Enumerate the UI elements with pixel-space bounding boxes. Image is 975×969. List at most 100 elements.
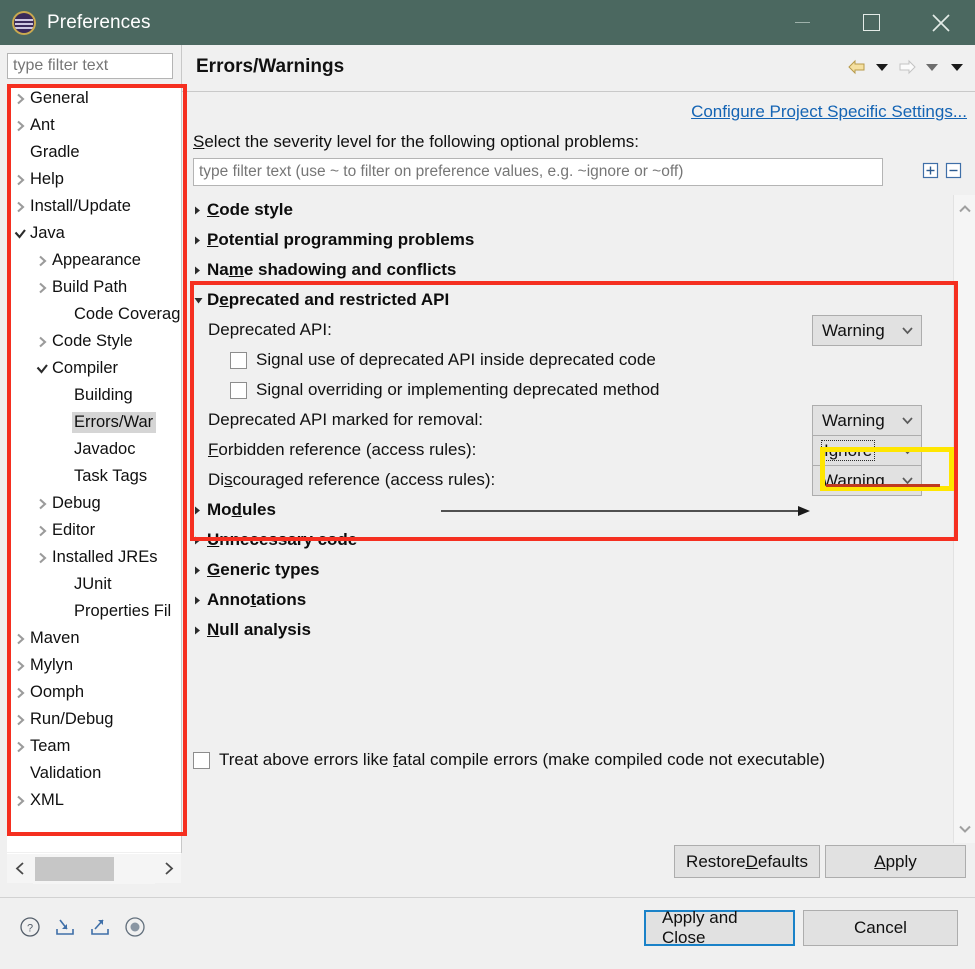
chevron-down-icon[interactable] [35, 363, 50, 375]
sidebar-item-team[interactable]: Team [7, 733, 181, 760]
help-icon[interactable]: ? [17, 914, 42, 939]
chevron-right-icon[interactable] [13, 174, 28, 186]
sidebar-item-appearance[interactable]: Appearance [7, 247, 181, 274]
sidebar-item-editor[interactable]: Editor [7, 517, 181, 544]
apply-and-close-button[interactable]: Apply and Close [644, 908, 795, 947]
checkbox-signal-use-deprecated[interactable] [230, 351, 247, 369]
chevron-right-icon[interactable] [35, 255, 50, 267]
chevron-right-icon[interactable] [35, 552, 50, 564]
sidebar-item-xml[interactable]: XML [7, 787, 181, 814]
chevron-right-icon[interactable] [13, 633, 28, 645]
sidebar-item-run-debug[interactable]: Run/Debug [7, 706, 181, 733]
sidebar-item-debug[interactable]: Debug [7, 490, 181, 517]
checkbox-signal-overriding-deprecated[interactable] [230, 381, 247, 399]
sidebar-item-compiler[interactable]: Compiler [7, 355, 181, 382]
chevron-right-icon[interactable] [13, 93, 28, 105]
problem-category-eneric-types[interactable]: Generic types [182, 555, 953, 585]
sidebar-item-java[interactable]: Java [7, 220, 181, 247]
import-icon[interactable] [52, 914, 77, 939]
problem-category-list[interactable]: Code style Potential programming problems… [182, 195, 953, 835]
preference-filter-input[interactable] [193, 158, 883, 186]
sidebar-item-building[interactable]: Building [7, 382, 181, 409]
preferences-tree[interactable]: General Ant Gradle Help Install/Update Java Ap… [7, 85, 181, 852]
scroll-left-arrow-icon[interactable] [7, 854, 33, 884]
scroll-right-arrow-icon[interactable] [155, 854, 181, 884]
cancel-button[interactable]: Cancel [803, 910, 958, 946]
sidebar-item-javadoc[interactable]: Javadoc [7, 436, 181, 463]
sidebar-item-properties-fil[interactable]: Properties Fil [7, 598, 181, 625]
scroll-track[interactable] [33, 853, 155, 884]
severity-combo-discouraged[interactable]: Warning [812, 464, 922, 496]
sidebar-item-gradle[interactable]: Gradle [7, 139, 181, 166]
sidebar-item-install-update[interactable]: Install/Update [7, 193, 181, 220]
chevron-right-icon[interactable] [35, 336, 50, 348]
chevron-right-icon[interactable] [35, 525, 50, 537]
sidebar-item-installed-jres[interactable]: Installed JREs [7, 544, 181, 571]
deprecated-option-row[interactable]: Signal overriding or implementing deprec… [182, 375, 953, 405]
caret-right-icon[interactable] [193, 205, 207, 216]
problem-list-scrollbar[interactable] [953, 195, 975, 843]
chevron-right-icon[interactable] [13, 201, 28, 213]
expand-all-icon[interactable] [922, 162, 939, 184]
caret-right-icon[interactable] [193, 505, 207, 516]
tree-horizontal-scrollbar[interactable] [7, 853, 181, 884]
collapse-all-icon[interactable] [945, 162, 962, 184]
sidebar-item-ant[interactable]: Ant [7, 112, 181, 139]
severity-combo-deprecated-api[interactable]: Warning [812, 314, 922, 346]
caret-right-icon[interactable] [193, 235, 207, 246]
caret-down-icon[interactable] [193, 296, 207, 305]
sidebar-item-errors-war[interactable]: Errors/War [7, 409, 181, 436]
chevron-down-icon[interactable] [13, 228, 28, 240]
chevron-right-icon[interactable] [13, 687, 28, 699]
caret-right-icon[interactable] [193, 625, 207, 636]
scroll-thumb[interactable] [35, 856, 114, 881]
minimize-button[interactable] [768, 0, 836, 45]
close-button[interactable] [907, 0, 975, 45]
deprecated-option-row[interactable]: Signal use of deprecated API inside depr… [182, 345, 953, 375]
sidebar-item-task-tags[interactable]: Task Tags [7, 463, 181, 490]
scroll-down-arrow-icon[interactable] [954, 817, 975, 841]
fatal-errors-checkbox[interactable] [193, 751, 210, 769]
fatal-errors-row[interactable]: Treat above errors like fatal compile er… [193, 750, 825, 770]
problem-category-precated-and-restricted-api[interactable]: Deprecated and restricted API [182, 285, 953, 315]
back-dropdown-icon[interactable] [872, 57, 892, 77]
caret-right-icon[interactable] [193, 565, 207, 576]
sidebar-item-help[interactable]: Help [7, 166, 181, 193]
restore-defaults-button[interactable]: Restore Defaults [674, 845, 820, 878]
sidebar-item-mylyn[interactable]: Mylyn [7, 652, 181, 679]
view-menu-icon[interactable] [947, 57, 967, 77]
sidebar-item-validation[interactable]: Validation [7, 760, 181, 787]
chevron-right-icon[interactable] [35, 498, 50, 510]
severity-combo-deprecated-removal[interactable]: Warning [812, 404, 922, 436]
back-arrow-icon[interactable] [847, 57, 867, 77]
maximize-button[interactable] [837, 0, 905, 45]
sidebar-item-build-path[interactable]: Build Path [7, 274, 181, 301]
caret-right-icon[interactable] [193, 595, 207, 606]
oomph-recorder-icon[interactable] [122, 914, 147, 939]
problem-category-ode-style[interactable]: Code style [182, 195, 953, 225]
problem-category-otential-programming-problems[interactable]: Potential programming problems [182, 225, 953, 255]
problem-category-ules[interactable]: Modules [182, 495, 953, 525]
problem-category-nnecessary-code[interactable]: Unnecessary code [182, 525, 953, 555]
apply-button[interactable]: Apply [825, 845, 966, 878]
problem-category-e-shadowing-and-conflicts[interactable]: Name shadowing and conflicts [182, 255, 953, 285]
chevron-right-icon[interactable] [13, 741, 28, 753]
sidebar-item-general[interactable]: General [7, 85, 181, 112]
sidebar-item-oomph[interactable]: Oomph [7, 679, 181, 706]
chevron-right-icon[interactable] [13, 795, 28, 807]
export-icon[interactable] [87, 914, 112, 939]
sidebar-item-maven[interactable]: Maven [7, 625, 181, 652]
scroll-up-arrow-icon[interactable] [954, 197, 975, 221]
sidebar-filter-input[interactable] [7, 53, 173, 79]
sidebar-item-code-style[interactable]: Code Style [7, 328, 181, 355]
problem-category-ull-analysis[interactable]: Null analysis [182, 615, 953, 645]
chevron-right-icon[interactable] [13, 660, 28, 672]
chevron-right-icon[interactable] [35, 282, 50, 294]
severity-combo-forbidden[interactable]: Ignore [812, 434, 922, 466]
chevron-right-icon[interactable] [13, 714, 28, 726]
configure-project-specific-settings-link[interactable]: Configure Project Specific Settings... [691, 102, 967, 121]
caret-right-icon[interactable] [193, 265, 207, 276]
chevron-right-icon[interactable] [13, 120, 28, 132]
sidebar-item-junit[interactable]: JUnit [7, 571, 181, 598]
problem-category-ations[interactable]: Annotations [182, 585, 953, 615]
